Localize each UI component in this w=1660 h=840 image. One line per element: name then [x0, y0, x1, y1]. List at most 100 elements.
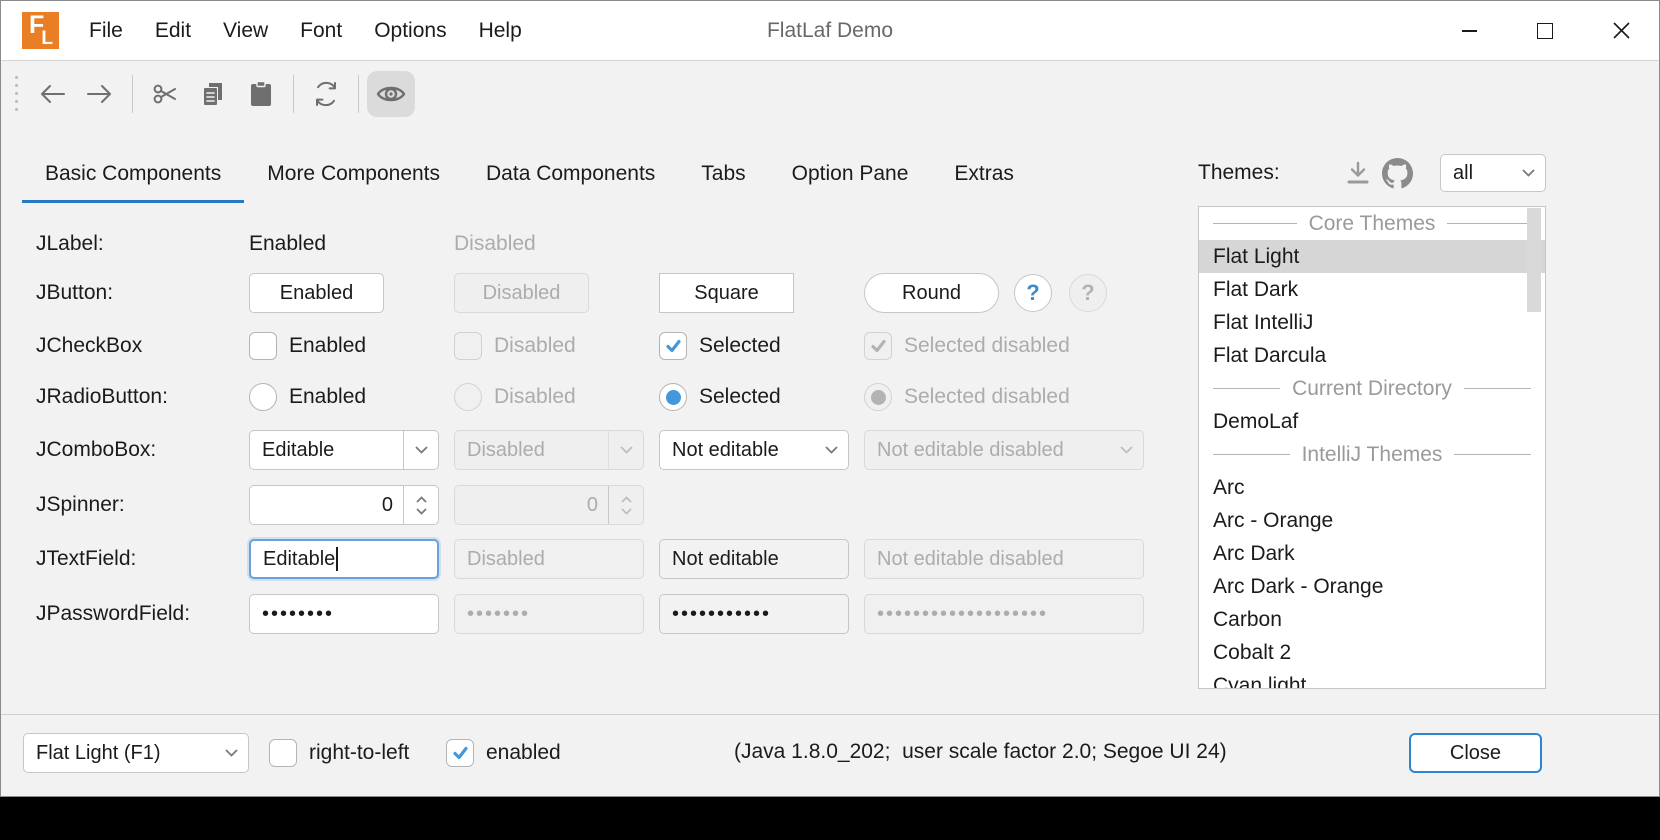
- tab-basic-components[interactable]: Basic Components: [22, 149, 244, 203]
- checkbox-checked-icon[interactable]: [659, 332, 687, 360]
- checkbox-icon[interactable]: [269, 739, 297, 767]
- tab-extras[interactable]: Extras: [931, 149, 1037, 203]
- toolbar-separator: [293, 75, 294, 113]
- jcheckbox-row: JCheckBox Enabled Disabled Selected Sele…: [36, 326, 1154, 366]
- checkbox-enabled[interactable]: Enabled: [249, 332, 454, 360]
- tab-bar: Basic Components More Components Data Co…: [22, 149, 1037, 203]
- help-button-disabled: ?: [1069, 274, 1107, 312]
- toolbar-separator: [358, 75, 359, 113]
- textfield-not-editable-disabled: Not editable disabled: [864, 539, 1144, 579]
- radio-selected-icon: [864, 383, 892, 411]
- tab-option-pane[interactable]: Option Pane: [769, 149, 932, 203]
- row-label: JButton:: [36, 281, 249, 305]
- github-link-button[interactable]: [1378, 153, 1418, 193]
- maximize-button[interactable]: [1507, 1, 1583, 60]
- row-label: JTextField:: [36, 547, 249, 571]
- minimize-button[interactable]: [1431, 1, 1507, 60]
- theme-item-flat-darcula[interactable]: Flat Darcula: [1199, 339, 1545, 372]
- cut-button[interactable]: [141, 71, 189, 117]
- theme-item-arc-dark[interactable]: Arc Dark: [1199, 537, 1545, 570]
- theme-item-carbon[interactable]: Carbon: [1199, 603, 1545, 636]
- theme-item-flat-dark[interactable]: Flat Dark: [1199, 273, 1545, 306]
- theme-item-arc[interactable]: Arc: [1199, 471, 1545, 504]
- passwordfield-not-editable-disabled: •••••••••••••••••••: [864, 594, 1144, 634]
- menu-options[interactable]: Options: [358, 1, 462, 60]
- radio-selected-icon[interactable]: [659, 383, 687, 411]
- help-button[interactable]: ?: [1014, 274, 1052, 312]
- checkbox-icon[interactable]: [249, 332, 277, 360]
- themes-title: Themes:: [1198, 161, 1280, 185]
- chevron-down-icon[interactable]: [214, 749, 248, 757]
- enabled-checkbox[interactable]: enabled: [446, 739, 561, 767]
- jbutton-square[interactable]: Square: [659, 273, 794, 313]
- paste-button[interactable]: [237, 71, 285, 117]
- chevron-down-icon[interactable]: [404, 446, 438, 454]
- copy-button[interactable]: [189, 71, 237, 117]
- radio-icon[interactable]: [249, 383, 277, 411]
- themes-scrollbar-thumb[interactable]: [1527, 208, 1541, 312]
- spinner-disabled: 0: [454, 485, 644, 525]
- back-arrow-icon: [38, 82, 66, 106]
- theme-item-flat-intellij[interactable]: Flat IntelliJ: [1199, 306, 1545, 339]
- refresh-button[interactable]: [302, 71, 350, 117]
- row-label: JLabel:: [36, 232, 249, 256]
- download-themes-button[interactable]: [1338, 153, 1378, 193]
- tab-tabs[interactable]: Tabs: [678, 149, 768, 203]
- menu-view[interactable]: View: [207, 1, 284, 60]
- download-icon: [1345, 161, 1371, 185]
- passwordfield-enabled[interactable]: ••••••••: [249, 594, 439, 634]
- row-label: JRadioButton:: [36, 385, 249, 409]
- jbutton-disabled: Disabled: [454, 273, 589, 313]
- radio-disabled: Disabled: [454, 383, 659, 411]
- menu-font[interactable]: Font: [284, 1, 358, 60]
- checkbox-icon: [454, 332, 482, 360]
- radio-selected[interactable]: Selected: [659, 383, 864, 411]
- laf-combobox[interactable]: Flat Light (F1): [23, 733, 249, 773]
- combobox-editable[interactable]: Editable: [249, 430, 439, 470]
- menu-help[interactable]: Help: [463, 1, 538, 60]
- toolbar: [1, 62, 1659, 125]
- passwordfield-not-editable: •••••••••••: [659, 594, 849, 634]
- textfield-disabled: Disabled: [454, 539, 644, 579]
- theme-item-cobalt-2[interactable]: Cobalt 2: [1199, 636, 1545, 669]
- tab-data-components[interactable]: Data Components: [463, 149, 678, 203]
- close-icon: [1613, 22, 1630, 39]
- chevron-down-icon[interactable]: [814, 446, 848, 454]
- cut-scissors-icon: [152, 81, 178, 107]
- row-label: JCheckBox: [36, 334, 249, 358]
- combobox-not-editable[interactable]: Not editable: [659, 430, 849, 470]
- themes-filter-combobox[interactable]: all: [1440, 154, 1546, 192]
- tab-more-components[interactable]: More Components: [244, 149, 463, 203]
- chevron-down-icon[interactable]: [1511, 169, 1545, 177]
- titlebar: F L File Edit View Font Options Help Fla…: [1, 1, 1659, 61]
- window-title: FlatLaf Demo: [767, 1, 893, 60]
- jcombobox-row: JComboBox: Editable Disabled Not editabl…: [36, 430, 1154, 470]
- checkbox-checked-icon: [864, 332, 892, 360]
- checkbox-selected[interactable]: Selected: [659, 332, 864, 360]
- radio-enabled[interactable]: Enabled: [249, 383, 454, 411]
- combobox-not-editable-disabled: Not editable disabled: [864, 430, 1144, 470]
- jbutton-round[interactable]: Round: [864, 273, 999, 313]
- textfield-editable[interactable]: Editable: [249, 539, 439, 579]
- theme-item-arc-orange[interactable]: Arc - Orange: [1199, 504, 1545, 537]
- theme-item-flat-light[interactable]: Flat Light: [1199, 240, 1545, 273]
- menu-file[interactable]: File: [73, 1, 139, 60]
- right-to-left-checkbox[interactable]: right-to-left: [269, 739, 409, 767]
- menu-edit[interactable]: Edit: [139, 1, 207, 60]
- spinner-arrows[interactable]: [404, 496, 438, 515]
- jbutton-enabled[interactable]: Enabled: [249, 273, 384, 313]
- close-window-button[interactable]: [1583, 1, 1659, 60]
- close-button[interactable]: Close: [1409, 733, 1542, 773]
- back-button[interactable]: [28, 71, 76, 117]
- checkbox-checked-icon[interactable]: [446, 739, 474, 767]
- forward-button[interactable]: [76, 71, 124, 117]
- spinner-enabled[interactable]: 0: [249, 485, 439, 525]
- theme-item-cyan-light[interactable]: Cyan light: [1199, 669, 1545, 689]
- toolbar-grip-handle[interactable]: [15, 76, 18, 111]
- radio-selected-disabled: Selected disabled: [864, 383, 1154, 411]
- jlabel-disabled: Disabled: [454, 232, 536, 256]
- theme-item-demolaf[interactable]: DemoLaf: [1199, 405, 1545, 438]
- theme-item-arc-dark-orange[interactable]: Arc Dark - Orange: [1199, 570, 1545, 603]
- menubar: File Edit View Font Options Help: [73, 1, 538, 60]
- show-hidden-toggle-button[interactable]: [367, 71, 415, 117]
